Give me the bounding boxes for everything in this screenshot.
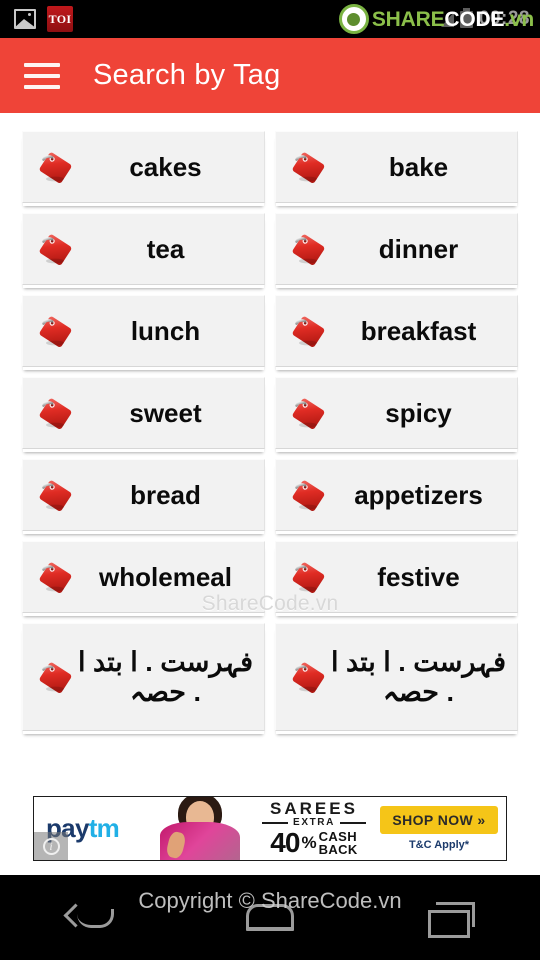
price-tag-icon [35,146,77,188]
home-button[interactable] [215,888,325,948]
signal-icon [440,11,454,27]
price-tag-icon [288,656,330,698]
tag-row: lunch breakfast [22,295,518,367]
price-tag-icon [35,474,77,516]
status-bar-system: 00:28 [440,7,540,30]
tag-card[interactable]: breakfast [275,295,518,367]
tag-label: tea [146,233,185,264]
tag-card[interactable]: bread [22,459,265,531]
tag-card[interactable]: dinner [275,213,518,285]
price-tag-icon [288,392,330,434]
ad-banner[interactable]: paytm SAREES EXTRA 40 % CASH BACK SHOP N… [33,796,507,861]
back-button[interactable] [35,888,145,948]
tag-card[interactable]: sweet [22,377,265,449]
tag-label: festive [377,561,460,592]
tag-label: فہرست . ا بتد ا . حصہ [77,646,254,707]
status-bar-notifications: TOI [0,6,73,32]
tag-card[interactable]: cakes [22,131,265,203]
ad-terms-text: T&C Apply* [408,839,470,851]
battery-icon [459,7,473,28]
price-tag-icon [288,474,330,516]
tag-label: dinner [378,233,459,264]
tag-row: bread appetizers [22,459,518,531]
tag-card[interactable]: wholemeal [22,541,265,613]
paytm-logo-tm: tm [88,813,120,843]
toi-notification-icon: TOI [47,6,73,32]
tag-card[interactable]: festive [275,541,518,613]
tag-label: cakes [129,151,202,182]
ad-percent-number: 40 [270,827,300,858]
ad-rule-right [339,822,366,824]
adchoices-info-icon[interactable]: i [34,832,68,860]
tag-card[interactable]: appetizers [275,459,518,531]
navigation-bar [0,875,540,960]
tag-card[interactable]: فہرست . ا بتد ا . حصہ [275,623,518,731]
ad-extra-label: EXTRA [293,817,335,828]
tag-label: bread [130,479,201,510]
tag-row: tea dinner [22,213,518,285]
tag-card[interactable]: tea [22,213,265,285]
tag-label: appetizers [354,479,483,510]
price-tag-icon [288,228,330,270]
tag-card[interactable]: bake [275,131,518,203]
shop-now-button[interactable]: SHOP NOW » [380,806,498,834]
ad-rule-left [262,822,289,824]
tag-label: sweet [129,397,202,428]
tag-row: sweet spicy [22,377,518,449]
status-bar-clock: 00:28 [478,8,530,29]
ad-copy: SAREES EXTRA 40 % CASH BACK [248,800,380,857]
price-tag-icon [35,656,77,698]
home-icon [246,904,294,931]
price-tag-icon [288,146,330,188]
recents-icon [428,901,475,938]
hamburger-icon[interactable] [24,62,60,89]
tag-card[interactable]: spicy [275,377,518,449]
tag-label: breakfast [360,315,477,346]
status-bar: TOI 00:28 [0,0,540,38]
tag-card[interactable]: فہرست . ا بتد ا . حصہ [22,623,265,731]
recents-button[interactable] [395,888,505,948]
back-arrow-icon [67,905,114,931]
ad-percent-symbol: % [301,832,317,852]
price-tag-icon [35,556,77,598]
ad-cta-group: SHOP NOW » T&C Apply* [380,806,506,851]
tag-grid: cakes bake tea dinner lunch breakfast sweet spi… [0,113,540,795]
image-icon [14,9,36,29]
hamburger-bar [24,62,60,67]
ad-headline: SAREES [270,799,358,818]
tag-label: wholemeal [99,561,232,592]
tag-label: lunch [130,315,201,346]
tag-row: wholemeal festive [22,541,518,613]
tag-label: bake [388,151,449,182]
ad-model-image [152,797,248,860]
price-tag-icon [35,392,77,434]
ad-offer: 40 % CASH BACK [252,829,376,857]
page-title: Search by Tag [93,59,281,91]
hamburger-bar [24,84,60,89]
tag-row: cakes bake [22,131,518,203]
price-tag-icon [288,310,330,352]
app-screen: TOI 00:28 SHARECODE.vn Search by Tag cak… [0,0,540,960]
price-tag-icon [288,556,330,598]
tag-card[interactable]: lunch [22,295,265,367]
hamburger-bar [24,73,60,78]
app-bar: Search by Tag [0,38,540,113]
price-tag-icon [35,228,77,270]
ad-cashback-label: CASH BACK [319,830,358,857]
price-tag-icon [35,310,77,352]
tag-label: فہرست . ا بتد ا . حصہ [330,646,507,707]
ad-back-text: BACK [318,842,358,857]
tag-label: spicy [385,397,452,428]
tag-row: فہرست . ا بتد ا . حصہ فہرست . ا بتد ا . ح… [22,623,518,731]
